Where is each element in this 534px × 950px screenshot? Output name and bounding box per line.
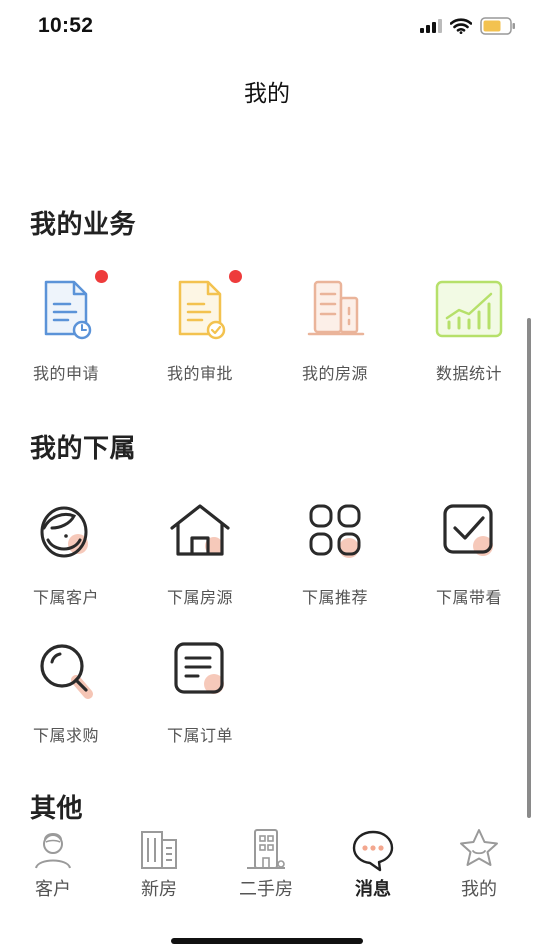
tab-second-hand[interactable]: 二手房	[213, 822, 319, 901]
subordinate-item-viewings[interactable]: 下属带看	[414, 502, 524, 608]
wifi-icon	[450, 18, 472, 34]
profile-star-tab-icon	[460, 829, 498, 866]
subordinate-item-purchase-requests[interactable]: 下属求购	[11, 640, 121, 746]
subordinate-item-listings[interactable]: 下属房源	[145, 502, 255, 608]
document-clock-icon	[44, 280, 92, 340]
subordinate-item-label: 下属推荐	[301, 590, 368, 607]
scrollbar[interactable]	[527, 318, 531, 818]
battery-icon	[480, 17, 515, 35]
checkbox-icon	[443, 504, 493, 556]
document-check-icon	[178, 280, 226, 340]
subordinate-item-recommendations[interactable]: 下属推荐	[280, 502, 390, 608]
subordinate-item-label: 下属房源	[166, 590, 233, 607]
tab-new-houses[interactable]: 新房	[106, 822, 212, 901]
house-icon	[170, 504, 230, 556]
badge-dot	[229, 270, 242, 283]
business-item-applications[interactable]: 我的申请	[11, 270, 121, 384]
business-item-label: 我的房源	[301, 366, 368, 383]
business-item-label: 数据统计	[435, 366, 502, 383]
message-tab-icon	[352, 830, 394, 872]
status-icons	[420, 17, 516, 35]
building-icon	[307, 280, 365, 336]
tab-label: 二手房	[239, 879, 293, 899]
status-time: 10:52	[38, 14, 94, 37]
business-item-label: 我的审批	[166, 366, 233, 383]
subordinate-item-label: 下属订单	[166, 728, 233, 745]
subordinate-item-label: 下属客户	[32, 590, 99, 607]
tab-bar: 客户 新房 二手房 消息 我的	[0, 822, 534, 902]
business-item-label: 我的申请	[32, 366, 99, 383]
customer-tab-icon	[35, 833, 71, 869]
page-title: 我的	[244, 80, 290, 106]
tab-customers[interactable]: 客户	[0, 822, 106, 901]
second-hand-house-tab-icon	[247, 829, 285, 869]
tab-label: 客户	[35, 879, 71, 899]
home-indicator[interactable]	[171, 938, 363, 944]
section-title-other: 其他	[30, 793, 84, 823]
tab-label: 我的	[461, 879, 497, 899]
tab-label: 新房	[141, 879, 177, 899]
magnifier-icon	[40, 644, 93, 699]
section-title-business: 我的业务	[30, 209, 137, 239]
status-bar: 10:52	[0, 0, 534, 56]
business-item-listings[interactable]: 我的房源	[280, 278, 390, 384]
subordinate-item-label: 下属带看	[435, 590, 502, 607]
business-item-statistics[interactable]: 数据统计	[414, 278, 524, 384]
order-list-icon	[174, 642, 224, 694]
tab-profile[interactable]: 我的	[426, 822, 532, 901]
signal-icon	[420, 19, 442, 33]
bar-chart-icon	[435, 280, 503, 338]
grid-apps-icon	[309, 504, 361, 558]
subordinate-item-orders[interactable]: 下属订单	[145, 640, 255, 746]
tab-messages[interactable]: 消息	[320, 822, 426, 901]
section-title-subordinates: 我的下属	[30, 433, 137, 463]
business-item-approvals[interactable]: 我的审批	[145, 270, 255, 384]
subordinate-item-customers[interactable]: 下属客户	[11, 502, 121, 608]
customer-face-icon	[40, 506, 88, 558]
new-house-tab-icon	[141, 831, 177, 869]
tab-label: 消息	[355, 879, 391, 899]
badge-dot	[95, 270, 108, 283]
subordinate-item-label: 下属求购	[32, 728, 99, 745]
